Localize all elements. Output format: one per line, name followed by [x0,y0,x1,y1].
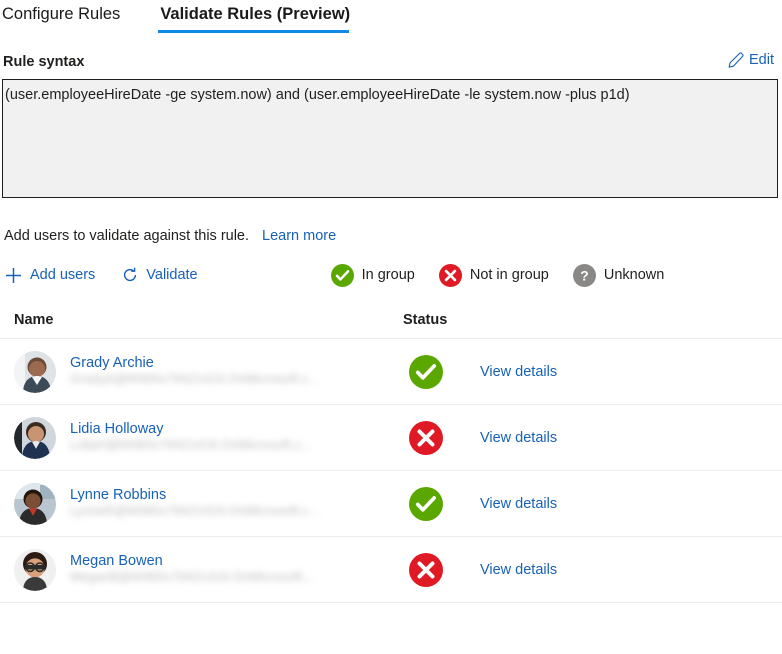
user-name-link[interactable]: Lidia Holloway [70,421,312,438]
tab-validate-rules-label: Validate Rules (Preview) [160,5,351,23]
check-circle-icon [408,486,443,521]
user-email: LidiaH@M365x79421419.OnMicrosoft.c... [70,437,312,453]
svg-text:?: ? [580,267,588,283]
avatar [14,350,56,393]
add-users-prompt-text: Add users to validate against this rule. [4,228,250,244]
tab-configure-rules[interactable]: Configure Rules [0,0,134,23]
user-email: MeganB@M365x79421419.OnMicrosoft... [70,569,313,585]
legend-not-in-group-label: Not in group [469,267,549,283]
legend-unknown: ? Unknown [572,263,665,287]
question-circle-icon: ? [572,263,596,287]
rule-syntax-section: Rule syntax Edit (user.employeeHireDate … [0,52,782,198]
tab-bar: Configure Rules Validate Rules (Preview) [0,0,782,38]
check-circle-icon [330,263,354,287]
check-circle-icon [408,354,443,389]
status-cell: View details [403,420,782,455]
validation-results-table: Name Status Grady Archie GradyA@M365x794… [0,312,782,603]
edit-rule-label: Edit [749,52,774,68]
tab-validate-rules[interactable]: Validate Rules (Preview) [160,0,350,23]
status-legend: In group Not in group ? Unknown [330,263,665,287]
column-header-name: Name [14,312,54,328]
table-row[interactable]: Megan Bowen MeganB@M365x79421419.OnMicro… [0,537,782,603]
user-identity: Lynne Robbins LynneR@M365x79421419.OnMic… [70,487,319,521]
user-identity: Grady Archie GradyA@M365x79421419.OnMicr… [70,355,319,389]
refresh-icon [121,266,139,284]
table-row[interactable]: Lidia Holloway LidiaH@M365x79421419.OnMi… [0,405,782,471]
active-tab-indicator [158,30,349,33]
avatar [14,548,56,591]
plus-icon [4,266,23,285]
edit-rule-link[interactable]: Edit [728,52,774,68]
column-header-status: Status [402,312,448,328]
user-identity: Lidia Holloway LidiaH@M365x79421419.OnMi… [70,421,312,455]
legend-in-group-label: In group [361,267,415,283]
user-cell: Lidia Holloway LidiaH@M365x79421419.OnMi… [14,416,403,459]
user-identity: Megan Bowen MeganB@M365x79421419.OnMicro… [70,553,313,587]
learn-more-link[interactable]: Learn more [262,228,336,244]
user-cell: Grady Archie GradyA@M365x79421419.OnMicr… [14,350,403,393]
view-details-link[interactable]: View details [480,562,557,578]
pencil-icon [728,52,744,68]
table-row[interactable]: Lynne Robbins LynneR@M365x79421419.OnMic… [0,471,782,537]
user-email: GradyA@M365x79421419.OnMicrosoft.c... [70,371,319,387]
validate-rules-page: Configure Rules Validate Rules (Preview)… [0,0,782,654]
legend-in-group: In group [330,263,415,287]
legend-not-in-group: Not in group [438,263,549,287]
table-header: Name Status [0,312,782,339]
legend-unknown-label: Unknown [603,267,665,283]
table-row[interactable]: Grady Archie GradyA@M365x79421419.OnMicr… [0,339,782,405]
tab-configure-rules-label: Configure Rules [2,5,121,23]
view-details-link[interactable]: View details [480,496,557,512]
avatar [14,482,56,525]
add-users-button[interactable]: Add users [4,266,95,285]
add-users-button-label: Add users [30,267,96,283]
user-name-link[interactable]: Megan Bowen [70,553,313,570]
validate-button[interactable]: Validate [121,266,198,284]
rule-syntax-textarea[interactable]: (user.employeeHireDate -ge system.now) a… [2,79,778,198]
add-users-prompt: Add users to validate against this rule.… [0,228,782,244]
validate-button-label: Validate [146,267,198,283]
status-cell: View details [403,486,782,521]
view-details-link[interactable]: View details [480,364,557,380]
user-cell: Megan Bowen MeganB@M365x79421419.OnMicro… [14,548,403,591]
user-cell: Lynne Robbins LynneR@M365x79421419.OnMic… [14,482,403,525]
x-circle-icon [438,263,462,287]
user-name-link[interactable]: Grady Archie [70,355,319,372]
status-cell: View details [403,354,782,389]
command-bar: Add users Validate In group Not in group… [0,260,782,290]
avatar [14,416,56,459]
rule-syntax-label: Rule syntax [3,54,85,70]
user-email: LynneR@M365x79421419.OnMicrosoft.c... [70,503,320,519]
user-name-link[interactable]: Lynne Robbins [70,487,319,504]
status-cell: View details [403,552,782,587]
view-details-link[interactable]: View details [480,430,557,446]
x-circle-icon [408,420,443,455]
x-circle-icon [408,552,443,587]
